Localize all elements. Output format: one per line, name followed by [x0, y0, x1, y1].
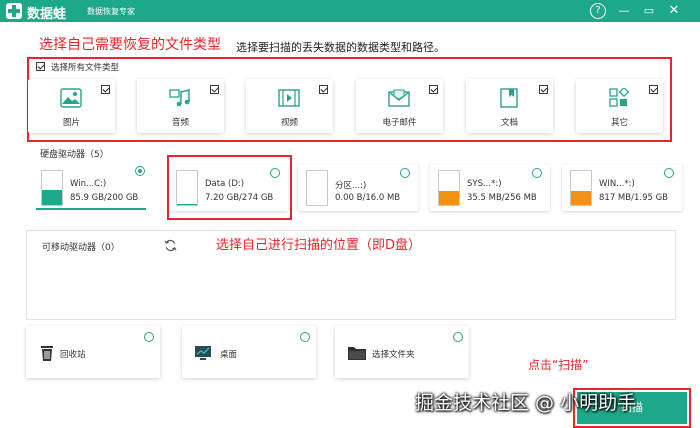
title-bar: 数据蛙 数据恢复专家 ? — ▭ ✕ [0, 0, 700, 22]
music-icon [169, 89, 190, 107]
filetype-label: 文档 [500, 118, 518, 128]
drive-name: SYS...*:) [467, 179, 502, 189]
app-subtitle: 数据恢复专家 [87, 7, 135, 16]
maximize-button[interactable]: ▭ [641, 3, 657, 19]
drive-card-win[interactable]: WIN...*:) 817 MB/1.95 GB [562, 165, 682, 211]
location-radio[interactable] [453, 332, 463, 342]
location-radio[interactable] [300, 332, 310, 342]
drive-card-partition[interactable]: 分区...:) 0.00 B/16.0 MB [298, 165, 418, 211]
location-label: 选择文件夹 [372, 350, 415, 360]
filetype-card-video[interactable]: 视频 [246, 79, 333, 133]
filetype-label: 音频 [171, 118, 189, 128]
video-icon [278, 89, 300, 107]
instruction-text: 选择要扫描的丢失数据的数据类型和路径。 [236, 41, 445, 54]
location-label: 桌面 [220, 350, 238, 360]
checkbox-icon [649, 85, 658, 94]
minimize-button[interactable]: — [616, 3, 632, 19]
drive-icon [438, 170, 460, 206]
drive-size: 817 MB/1.95 GB [599, 193, 669, 203]
filetype-label: 其它 [610, 118, 628, 128]
drive-icon [306, 170, 328, 206]
annotation-select-location: 选择自己进行扫描的位置（即D盘） [216, 238, 422, 253]
drive-size: 35.5 MB/256 MB [467, 193, 537, 203]
help-button[interactable]: ? [590, 3, 606, 19]
logo-icon [6, 3, 22, 19]
hard-drives-title: 硬盘驱动器（5） [40, 150, 109, 160]
recycle-bin-icon [41, 346, 53, 361]
drive-name: WIN...*:) [599, 179, 635, 189]
filetype-card-audio[interactable]: 音频 [137, 79, 224, 133]
drive-icon [41, 170, 63, 206]
annotation-frame-drive-d [167, 155, 292, 220]
drive-icon [570, 170, 592, 206]
document-icon [500, 88, 518, 108]
checkbox-icon [210, 85, 219, 94]
select-all-checkbox[interactable]: 选择所有文件类型 [36, 61, 119, 73]
drive-radio[interactable] [135, 166, 145, 176]
email-icon [388, 89, 410, 107]
drive-usage-fill [439, 191, 459, 205]
location-label: 回收站 [60, 350, 86, 360]
drive-card-sys[interactable]: SYS...*:) 35.5 MB/256 MB [430, 165, 550, 211]
checkbox-icon [429, 85, 438, 94]
checkbox-icon [319, 85, 328, 94]
checkbox-icon [101, 85, 110, 94]
drive-name: Win...C:) [70, 179, 107, 189]
refresh-icon[interactable] [164, 239, 177, 252]
drive-usage-fill [571, 190, 591, 205]
filetype-card-document[interactable]: 文档 [466, 79, 553, 133]
drive-radio[interactable] [664, 168, 674, 178]
filetype-label: 图片 [62, 118, 80, 128]
drive-size: 85.9 GB/200 GB [70, 193, 139, 203]
location-card-select-folder[interactable]: 选择文件夹 [335, 326, 469, 378]
filetype-card-other[interactable]: 其它 [576, 79, 663, 133]
removable-drives-title: 可移动驱动器（0） [42, 243, 120, 253]
close-button[interactable]: ✕ [666, 3, 682, 19]
checkbox-icon [539, 85, 548, 94]
desktop-icon [195, 346, 211, 360]
filetype-card-image[interactable]: 图片 [28, 79, 115, 133]
annotation-select-types: 选择自己需要恢复的文件类型 [39, 37, 221, 53]
annotation-click-scan: 点击“扫描” [528, 358, 589, 372]
drive-radio[interactable] [532, 168, 542, 178]
selected-drive-indicator [36, 208, 146, 210]
filetype-label: 视频 [280, 118, 298, 128]
drive-name: 分区...:) [335, 181, 367, 191]
drive-usage-fill [42, 190, 62, 205]
app-name: 数据蛙 [27, 7, 67, 22]
other-icon [609, 88, 630, 107]
drive-radio[interactable] [400, 168, 410, 178]
drive-size: 0.00 B/16.0 MB [335, 193, 401, 203]
filetype-label: 电子邮件 [382, 118, 417, 128]
checkbox-icon [36, 62, 45, 71]
watermark: 掘金技术社区 @ 小明助手 [415, 392, 637, 414]
folder-icon [348, 347, 366, 360]
location-card-desktop[interactable]: 桌面 [182, 326, 316, 378]
select-all-label: 选择所有文件类型 [51, 63, 120, 73]
location-card-recycle-bin[interactable]: 回收站 [26, 326, 160, 378]
location-radio[interactable] [144, 332, 154, 342]
filetype-card-email[interactable]: 电子邮件 [356, 79, 443, 133]
drive-card-c[interactable]: Win...C:) 85.9 GB/200 GB [33, 165, 153, 211]
image-icon [60, 88, 82, 108]
